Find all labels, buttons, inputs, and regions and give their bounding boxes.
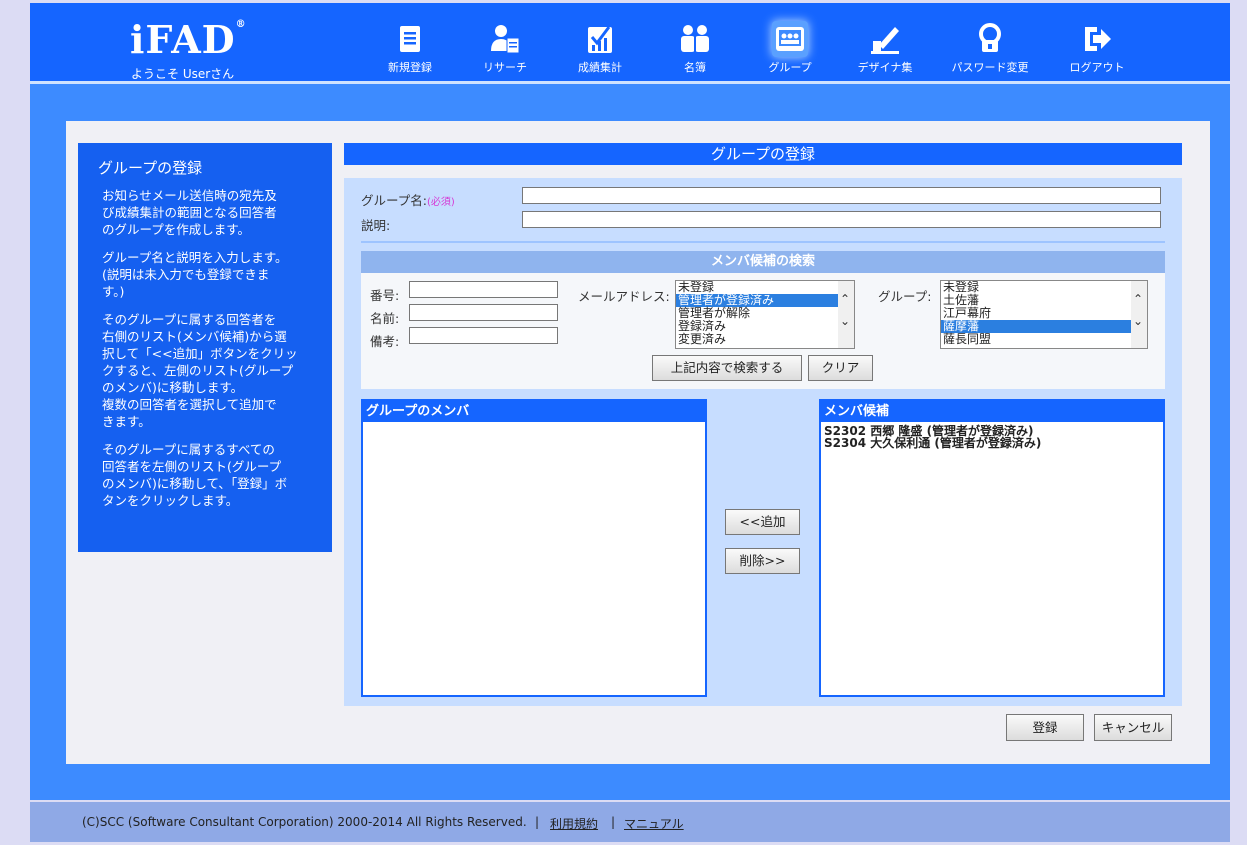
group-listbox-scrollbar[interactable]: ⌃ ⌄: [1131, 281, 1147, 348]
document-new-icon: [400, 26, 420, 52]
mail-option[interactable]: 変更済み: [676, 333, 854, 346]
help-paragraph: グループ名と説明を入力します。 (説明は未入力でも登録できま す。): [102, 250, 288, 299]
candidate-list-title: メンバ候補: [821, 401, 1163, 422]
chevron-up-icon[interactable]: ⌃: [840, 293, 850, 306]
nav-designer[interactable]: デザイナ集: [842, 21, 928, 75]
candidate-list[interactable]: メンバ候補 S2302 西郷 隆盛 (管理者が登録済み) S2304 大久保利通…: [819, 399, 1165, 697]
clear-button[interactable]: クリア: [808, 355, 873, 381]
people-icon: [681, 25, 709, 52]
number-input[interactable]: [409, 281, 558, 298]
search-title: メンバ候補の検索: [361, 251, 1165, 273]
note-label: 備考:: [370, 334, 400, 349]
help-text: お知らせメール送信時の宛先及 び成績集計の範囲となる回答者 のグループを作成しま…: [102, 187, 308, 520]
chevron-up-icon[interactable]: ⌃: [1133, 293, 1143, 306]
nav-new-registration[interactable]: 新規登録: [367, 21, 453, 75]
nav-group[interactable]: グループ: [747, 21, 833, 75]
group-members-list[interactable]: グループのメンバ: [361, 399, 707, 697]
help-sidebar: グループの登録 お知らせメール送信時の宛先及 び成績集計の範囲となる回答者 のグ…: [78, 143, 332, 552]
chevron-down-icon[interactable]: ⌄: [840, 315, 850, 328]
nav-research[interactable]: リサーチ: [462, 21, 548, 75]
app-logo: iFAD®: [130, 17, 247, 62]
group-filter-listbox[interactable]: 未登録 土佐藩 江戸幕府 薩摩藩 薩長同盟 ⌃ ⌄: [940, 280, 1148, 349]
cancel-button[interactable]: キャンセル: [1094, 714, 1172, 741]
nav-logout[interactable]: ログアウト: [1054, 21, 1140, 75]
chevron-down-icon[interactable]: ⌄: [1133, 315, 1143, 328]
search-button[interactable]: 上記内容で検索する: [652, 355, 802, 381]
research-icon: [491, 25, 520, 54]
group-filter-label: グループ:: [878, 289, 932, 304]
footer-separator: |: [535, 815, 540, 829]
name-label: 名前:: [370, 311, 400, 326]
manual-link[interactable]: マニュアル: [624, 815, 684, 832]
logout-arrow-icon: [1085, 27, 1111, 51]
help-paragraph: そのグループに属するすべての 回答者を左側のリスト(グループ のメンバ)に移動し…: [102, 442, 288, 508]
pencil-design-icon: [871, 27, 899, 54]
remove-button[interactable]: 削除>>: [725, 548, 800, 574]
group-icon: [772, 21, 808, 57]
help-paragraph: お知らせメール送信時の宛先及 び成績集計の範囲となる回答者 のグループを作成しま…: [102, 188, 277, 237]
name-input[interactable]: [409, 304, 558, 321]
key-lock-icon: [979, 23, 1001, 52]
number-label: 番号:: [370, 288, 400, 303]
note-input[interactable]: [409, 327, 558, 344]
welcome-text: ようこそ Userさん: [131, 67, 235, 81]
list-item[interactable]: S2304 大久保利通 (管理者が登録済み): [821, 437, 1163, 449]
group-members-title: グループのメンバ: [363, 401, 705, 422]
add-button[interactable]: <<追加: [725, 509, 800, 535]
description-label: 説明:: [361, 218, 391, 233]
group-option[interactable]: 薩長同盟: [941, 333, 1147, 346]
footer: (C)SCC (Software Consultant Corporation)…: [30, 802, 1230, 842]
group-name-label: グループ名:(必須): [361, 193, 455, 208]
required-mark: (必須): [426, 197, 455, 208]
mail-label: メールアドレス:: [578, 289, 670, 304]
mail-listbox-scrollbar[interactable]: ⌃ ⌄: [838, 281, 854, 348]
nav-grade-summary[interactable]: 成績集計: [557, 21, 643, 75]
form-separator: [361, 241, 1165, 243]
chart-check-icon: [588, 26, 612, 53]
description-input[interactable]: [522, 211, 1161, 228]
help-title: グループの登録: [98, 159, 203, 177]
nav-roster[interactable]: 名簿: [652, 21, 738, 75]
header-bar: iFAD® ようこそ Userさん 新規登録 リサーチ 成績集計 名簿 グループ…: [30, 3, 1230, 81]
page-frame: iFAD® ようこそ Userさん 新規登録 リサーチ 成績集計 名簿 グループ…: [30, 0, 1230, 845]
nav-password-change[interactable]: パスワード変更: [947, 21, 1033, 75]
copyright-text: (C)SCC (Software Consultant Corporation)…: [82, 815, 527, 829]
footer-separator: |: [611, 815, 616, 829]
mail-status-listbox[interactable]: 未登録 管理者が登録済み 管理者が解除 登録済み 変更済み ⌃ ⌄: [675, 280, 855, 349]
group-name-input[interactable]: [522, 187, 1161, 204]
terms-link[interactable]: 利用規約: [550, 815, 598, 832]
help-paragraph: そのグループに属する回答者を 右側のリスト(メンバ候補)から選 択して「<<追加…: [102, 312, 298, 429]
form-title: グループの登録: [344, 143, 1182, 165]
register-button[interactable]: 登録: [1006, 714, 1084, 741]
